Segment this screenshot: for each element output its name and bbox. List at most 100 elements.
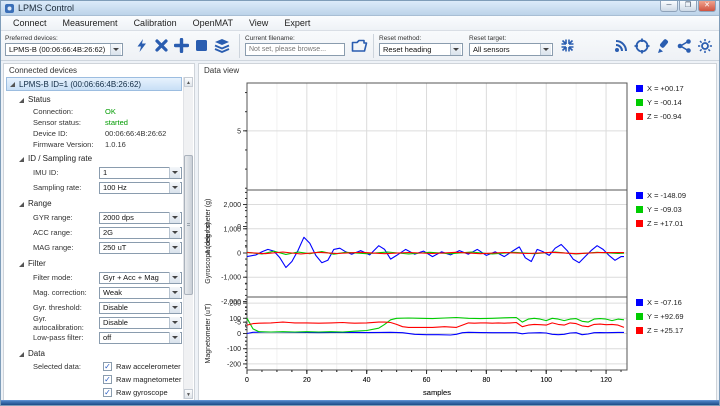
reset-method-select[interactable]: Reset heading bbox=[379, 43, 463, 56]
section-filter[interactable]: Filter bbox=[17, 257, 182, 270]
browse-folder-icon[interactable] bbox=[351, 37, 368, 54]
combo-value: 250 uT bbox=[102, 243, 127, 252]
info-value: 1.0.16 bbox=[105, 140, 126, 149]
add-device-plus-icon[interactable] bbox=[173, 37, 190, 54]
wireless-rss-icon[interactable] bbox=[612, 38, 629, 55]
legend-entry-y: Y = +92.69 bbox=[630, 312, 714, 321]
stop-square-icon[interactable] bbox=[193, 37, 210, 54]
checkbox-raw-magnetometer[interactable]: ✓ Raw magnetometer bbox=[103, 374, 181, 385]
share-nodes-icon[interactable] bbox=[675, 38, 692, 55]
expand-triangle-icon[interactable] bbox=[19, 201, 24, 207]
close-button[interactable]: ✕ bbox=[698, 1, 716, 12]
maximize-button[interactable]: ❐ bbox=[679, 1, 697, 12]
device-tree-item[interactable]: LPMS-B ID=1 (00:06:66:4B:26:62) bbox=[6, 77, 182, 91]
menu-item-measurement[interactable]: Measurement bbox=[55, 16, 126, 31]
scrollbar-thumb[interactable] bbox=[184, 155, 193, 295]
mag-range-select[interactable]: 250 uT bbox=[98, 241, 182, 254]
chevron-down-icon bbox=[110, 44, 121, 55]
magnetometer-chart: 0 20 40 60 80 100 120 200 100 0 -100 -200 Magnetomet… bbox=[201, 291, 630, 398]
menu-item-openmat[interactable]: OpenMAT bbox=[185, 16, 241, 31]
info-label: Sensor status: bbox=[33, 118, 81, 127]
toolbar: Preferred devices: LPMS-B (00:06:66:4B:2… bbox=[1, 31, 719, 61]
magnetometer-legend: X = -07.16 Y = +92.69 Z = +25.17 bbox=[630, 291, 714, 398]
app-window: LPMS Control ─ ❐ ✕ Connect Measurement Cal… bbox=[0, 0, 720, 406]
reset-target-select[interactable]: All sensors bbox=[469, 43, 553, 56]
menu-item-view[interactable]: View bbox=[241, 16, 276, 31]
section-id-sampling-rate[interactable]: ID / Sampling rate bbox=[17, 152, 182, 165]
checkbox-label: Raw gyroscope bbox=[116, 388, 168, 397]
collapse-view-icon[interactable] bbox=[559, 37, 576, 54]
checkbox-raw-gyroscope[interactable]: ✓ Raw gyroscope bbox=[103, 387, 181, 398]
expand-triangle-icon[interactable] bbox=[10, 82, 15, 87]
svg-text:0: 0 bbox=[237, 331, 241, 338]
pen-icon[interactable] bbox=[654, 38, 671, 55]
section-range[interactable]: Range bbox=[17, 197, 182, 210]
field-row-filter-mode: Filter mode: Gyr + Acc + Mag bbox=[33, 270, 182, 285]
field-label: ACC range: bbox=[33, 228, 73, 237]
chevron-down-icon bbox=[169, 317, 180, 328]
toolbar-separator bbox=[373, 33, 374, 58]
mag-correction-select[interactable]: Weak bbox=[98, 286, 182, 299]
scroll-down-icon[interactable]: ▼ bbox=[184, 389, 193, 399]
menu-item-connect[interactable]: Connect bbox=[5, 16, 55, 31]
legend-entry-y: Y = -09.03 bbox=[630, 205, 714, 214]
field-row-gyr-autocalibration: Gyr. autocalibration: Disable bbox=[33, 314, 182, 332]
svg-text:80: 80 bbox=[482, 377, 490, 384]
sidebar-scrollbar[interactable]: ▲ ▼ bbox=[183, 77, 193, 399]
expand-triangle-icon[interactable] bbox=[19, 351, 24, 357]
combo-value: 100 Hz bbox=[102, 183, 127, 192]
field-row-gyr-range: GYR range: 2000 dps bbox=[33, 210, 182, 225]
field-row-sampling-rate: Sampling rate: 100 Hz bbox=[33, 180, 182, 195]
combo-value: Disable bbox=[102, 318, 128, 327]
section-data[interactable]: Data bbox=[17, 347, 182, 360]
menu-item-expert[interactable]: Expert bbox=[276, 16, 318, 31]
sun-settings-icon[interactable] bbox=[696, 38, 713, 55]
gyr-autocalibration-select[interactable]: Disable bbox=[98, 316, 182, 329]
layers-icon[interactable] bbox=[213, 37, 230, 54]
section-status[interactable]: Status bbox=[17, 93, 182, 106]
menu-item-calibration[interactable]: Calibration bbox=[126, 16, 185, 31]
info-label: Device ID: bbox=[33, 129, 68, 138]
disconnect-x-icon[interactable] bbox=[153, 37, 170, 54]
filter-mode-select[interactable]: Gyr + Acc + Mag bbox=[98, 271, 182, 284]
info-row-device-id: Device ID: 00:06:66:4B:26:62 bbox=[33, 128, 182, 139]
checkbox-label: Raw magnetometer bbox=[116, 375, 182, 384]
field-row-low-pass-filter: Low-pass filter: off bbox=[33, 330, 182, 345]
low-pass-filter-select[interactable]: off bbox=[98, 331, 182, 344]
legend-entry-z: Z = -00.94 bbox=[630, 112, 714, 121]
svg-text:-1,000: -1,000 bbox=[221, 275, 241, 282]
chevron-down-icon bbox=[169, 167, 180, 178]
gyr-threshold-select[interactable]: Disable bbox=[98, 301, 182, 314]
current-filename-field[interactable]: Not set, please browse... bbox=[245, 43, 345, 56]
section-title: Status bbox=[28, 95, 51, 104]
checkbox-icon[interactable]: ✓ bbox=[103, 362, 112, 371]
preferred-devices-select[interactable]: LPMS-B (00:06:66:4B:26:62) bbox=[5, 43, 123, 56]
minimize-button[interactable]: ─ bbox=[660, 1, 678, 12]
checkbox-icon[interactable]: ✓ bbox=[103, 375, 112, 384]
chevron-down-icon bbox=[540, 44, 551, 55]
scroll-up-icon[interactable]: ▲ bbox=[184, 77, 193, 87]
acc-range-select[interactable]: 2G bbox=[98, 226, 182, 239]
expand-triangle-icon[interactable] bbox=[19, 97, 24, 103]
sampling-rate-select[interactable]: 100 Hz bbox=[98, 181, 182, 194]
section-title: ID / Sampling rate bbox=[28, 154, 93, 163]
svg-text:1,000: 1,000 bbox=[223, 226, 241, 233]
reset-target-label: Reset target: bbox=[469, 35, 507, 42]
field-row-mag-range: MAG range: 250 uT bbox=[33, 240, 182, 255]
chevron-down-icon bbox=[169, 272, 180, 283]
crosshair-target-icon[interactable] bbox=[633, 38, 650, 55]
windows-taskbar[interactable] bbox=[1, 400, 719, 405]
magnetometer-plot: 0 20 40 60 80 100 120 200 100 0 -100 -200 Magnetomet… bbox=[205, 296, 628, 397]
checkbox-raw-accelerometer[interactable]: ✓ Raw accelerometer bbox=[103, 361, 181, 372]
checkbox-icon[interactable]: ✓ bbox=[103, 388, 112, 397]
expand-triangle-icon[interactable] bbox=[19, 261, 24, 267]
data-view-panel: Data view 0 20 40 60 80 100 120 5 0 -5 Acceleromet… bbox=[198, 63, 717, 401]
info-value: started bbox=[105, 118, 128, 127]
toolbar-separator bbox=[239, 33, 240, 58]
section-title: Range bbox=[28, 199, 52, 208]
gyr-range-select[interactable]: 2000 dps bbox=[98, 211, 182, 224]
expand-triangle-icon[interactable] bbox=[19, 156, 24, 162]
connect-lightning-icon[interactable] bbox=[133, 37, 150, 54]
titlebar[interactable]: LPMS Control ─ ❐ ✕ bbox=[1, 1, 719, 16]
imu-id-select[interactable]: 1 bbox=[98, 166, 182, 179]
